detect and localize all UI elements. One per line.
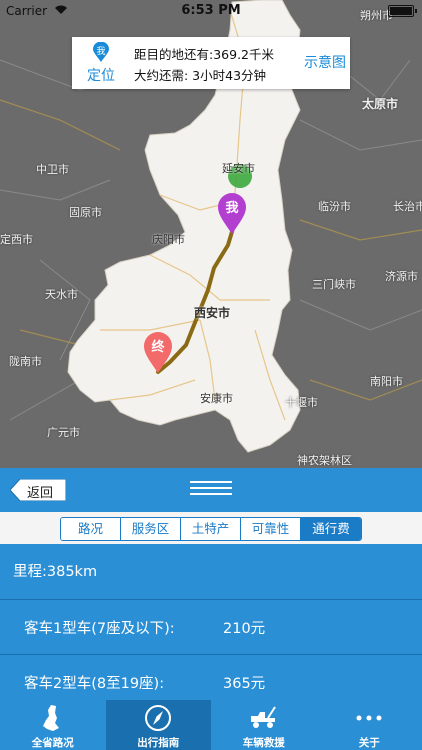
map-label-longnan: 陇南市 — [9, 355, 42, 368]
map-label-shennongjia: 神农架林区 — [297, 454, 352, 467]
end-marker-label: 终 — [151, 340, 165, 355]
tab-bar-label: 车辆救援 — [242, 737, 285, 749]
panel-header: 返回 — [0, 468, 422, 512]
battery-icon — [388, 5, 417, 17]
fee-label: 客车2型车(8至19座): — [24, 676, 165, 692]
map-label-ankang: 安康市 — [200, 392, 233, 405]
map-label-xian: 西安市 — [194, 306, 231, 320]
province-map-icon — [43, 705, 59, 731]
distance-remaining: 距目的地还有:369.2千米 — [134, 47, 274, 62]
tab-segment[interactable]: 路况 — [61, 518, 121, 540]
locate-label: 定位 — [87, 68, 115, 84]
map-label-guyuan: 固原市 — [69, 206, 102, 219]
toll-content: 里程:385km 客车1型车(7座及以下): 210元 客车2型车(8至19座)… — [0, 544, 422, 700]
diagram-button[interactable]: 示意图 — [304, 52, 346, 72]
tab-bar-item-province-traffic[interactable]: 全省路况 — [0, 700, 106, 750]
map-label-taiyuan: 太原市 — [362, 97, 399, 111]
time-remaining: 大约还需: 3小时43分钟 — [134, 68, 267, 83]
map-label-yanan: 延安市 — [222, 162, 255, 175]
fee-value: 210元 — [223, 621, 266, 637]
tab-bar-item-travel-guide[interactable]: 出行指南 — [105, 700, 211, 750]
map-label-jiyuan: 济源市 — [385, 270, 418, 283]
locate-badge: 我 — [96, 47, 106, 57]
compass-icon — [144, 705, 171, 731]
map-label-changzhi: 长治市 — [393, 200, 422, 213]
map-label-zhongwei: 中卫市 — [36, 163, 69, 176]
locate-button[interactable]: 我 定位 — [72, 37, 130, 89]
start-marker-label: 我 — [225, 201, 239, 216]
tab-segment[interactable]: 服务区 — [121, 518, 181, 540]
map-label-guangyuan: 广元市 — [47, 426, 80, 439]
more-dots-icon — [356, 715, 381, 721]
map-label-shiyan: 十堰市 — [285, 396, 318, 409]
tab-segment[interactable]: 通行费 — [301, 518, 361, 540]
tab-bar-item-vehicle-rescue[interactable]: 车辆救援 — [211, 700, 317, 750]
status-bar: Carrier 6:53 PM — [0, 0, 422, 22]
tab-bar-label: 出行指南 — [137, 737, 180, 749]
mileage-text: 里程:385km — [13, 564, 98, 580]
tow-truck-icon — [251, 706, 276, 728]
tab-segment[interactable]: 可靠性 — [241, 518, 301, 540]
clock: 6:53 PM — [181, 3, 241, 18]
fee-row: 客车2型车(8至19座): 365元 — [0, 655, 422, 700]
map-label-nanyang: 南阳市 — [370, 375, 403, 388]
tab-bar-label: 关于 — [358, 737, 380, 749]
tab-segment[interactable]: 土特产 — [181, 518, 241, 540]
fee-label: 客车1型车(7座及以下): — [24, 621, 175, 637]
route-info-card: 我 定位 距目的地还有:369.2千米 大约还需: 3小时43分钟 示意图 — [72, 37, 350, 89]
fee-row: 客车1型车(7座及以下): 210元 — [0, 600, 422, 655]
back-button[interactable]: 返回 — [10, 479, 66, 501]
fee-value: 365元 — [223, 676, 266, 692]
map-label-sanmenxia: 三门峡市 — [312, 278, 356, 291]
segmented-control: 路况 服务区 土特产 可靠性 通行费 — [60, 517, 362, 541]
map-label-qingyang: 庆阳市 — [152, 233, 185, 246]
back-label: 返回 — [27, 486, 54, 501]
map-label-tianshui: 天水市 — [45, 288, 78, 301]
map-label-dingxi: 定西市 — [0, 233, 33, 246]
tab-bar-label: 全省路况 — [31, 737, 74, 749]
panel-drag-handle[interactable] — [190, 481, 232, 497]
mileage-row: 里程:385km — [0, 544, 422, 600]
tab-bar: 全省路况 出行指南 车辆救援 关于 — [0, 700, 422, 750]
tab-bar-item-about[interactable]: 关于 — [317, 700, 422, 750]
map-label-linfen: 临汾市 — [318, 200, 351, 213]
segment-bar: 路况 服务区 土特产 可靠性 通行费 — [0, 512, 422, 544]
